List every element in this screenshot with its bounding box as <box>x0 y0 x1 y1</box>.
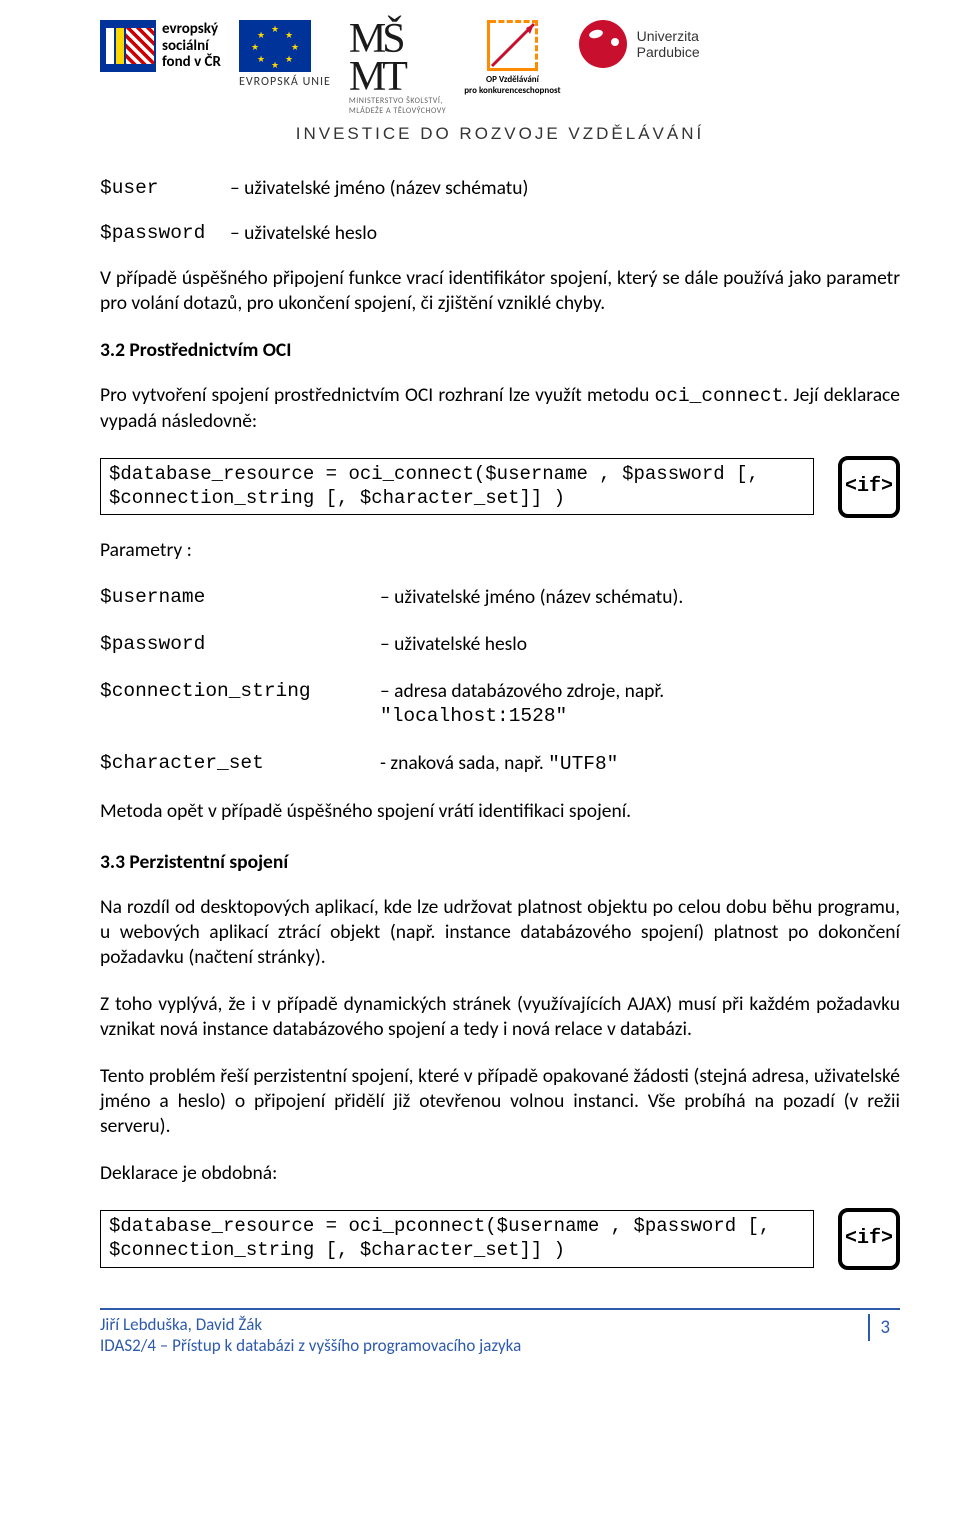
msmt-logo: MŠMT MINISTERSTVO ŠKOLSTVÍ, MLÁDEŽE A TĚ… <box>349 20 446 116</box>
opvk-logo: OP Vzdělávání pro konkurenceschopnost <box>464 20 560 96</box>
paragraph-oci-intro: Pro vytvoření spojení prostřednictvím OC… <box>100 383 900 434</box>
if-icon: <if> <box>838 456 900 518</box>
heading-3-2: 3.2 Prostřednictvím OCI <box>100 338 900 363</box>
upa-line2: Pardubice <box>637 44 700 60</box>
upa-logo: Univerzita Pardubice <box>579 20 700 68</box>
upa-icon <box>579 20 627 68</box>
param-conn-desc: – adresa databázového zdroje, např. <box>380 679 664 703</box>
eu-flag-icon: ★ ★ ★ ★ ★ ★ ★ ★ <box>239 20 311 72</box>
code-block-oci-pconnect: $database_resource = oci_pconnect($usern… <box>100 1210 814 1268</box>
var-password: $password <box>100 221 230 246</box>
param-charset: $character_set <box>100 751 380 777</box>
esf-flag-icon <box>100 20 156 72</box>
heading-3-3: 3.3 Perzistentní spojení <box>100 850 900 875</box>
footer-course: IDAS2/4 – Přístup k databázi z vyššího p… <box>100 1335 521 1356</box>
opvk-line2: pro konkurenceschopnost <box>464 85 560 96</box>
content: $user – uživatelské jméno (název schémat… <box>100 176 900 1270</box>
params-label: Parametry : <box>100 538 900 563</box>
param-table: $username – uživatelské jméno (název sch… <box>100 585 900 778</box>
page-number: 3 <box>868 1314 900 1341</box>
esf-label-1: evropský <box>162 21 221 38</box>
var-password-desc: – uživatelské heslo <box>230 221 900 246</box>
paragraph-connect-return: V případě úspěšného připojení funkce vra… <box>100 266 900 316</box>
msmt-icon: MŠMT <box>349 20 446 96</box>
esf-label-3: fond v ČR <box>162 54 221 71</box>
param-conn-example: "localhost:1528" <box>380 705 567 727</box>
opvk-icon <box>487 20 538 71</box>
var-user-desc: – uživatelské jméno (název schématu) <box>230 176 900 201</box>
param-password-desc: – uživatelské heslo <box>380 632 900 657</box>
footer: Jiří Lebduška, David Žák IDAS2/4 – Příst… <box>100 1308 900 1356</box>
esf-label-2: sociální <box>162 38 221 55</box>
param-connection-string: $connection_string <box>100 679 380 730</box>
paragraph-persist-2: Z toho vyplývá, že i v případě dynamický… <box>100 992 900 1042</box>
esf-logo: evropský sociální fond v ČR <box>100 20 221 72</box>
paragraph-method-returns: Metoda opět v případě úspěšného spojení … <box>100 799 900 824</box>
paragraph-decl-similar: Deklarace je obdobná: <box>100 1161 900 1186</box>
param-charset-example: "UTF8" <box>548 753 618 775</box>
invest-tagline: INVESTICE DO ROZVOJE VZDĚLÁVÁNÍ <box>100 124 900 144</box>
if-icon: <if> <box>838 1208 900 1270</box>
msmt-line1: MINISTERSTVO ŠKOLSTVÍ, <box>349 96 446 106</box>
eu-logo: ★ ★ ★ ★ ★ ★ ★ ★ EVROPSKÁ UNIE <box>239 20 331 89</box>
upa-line1: Univerzita <box>637 28 700 44</box>
code-block-oci-connect: $database_resource = oci_connect($userna… <box>100 458 814 516</box>
eu-label: EVROPSKÁ UNIE <box>239 75 331 89</box>
paragraph-persist-1: Na rozdíl od desktopových aplikací, kde … <box>100 895 900 970</box>
opvk-line1: OP Vzdělávání <box>464 74 560 85</box>
param-username-desc: – uživatelské jméno (název schématu). <box>380 585 900 610</box>
param-username: $username <box>100 585 380 610</box>
var-user: $user <box>100 176 230 201</box>
oci-intro-a: Pro vytvoření spojení prostřednictvím OC… <box>100 383 655 407</box>
code-oci-connect: oci_connect <box>655 385 784 407</box>
paragraph-persist-3: Tento problém řeší perzistentní spojení,… <box>100 1064 900 1139</box>
msmt-line2: MLÁDEŽE A TĚLOVÝCHOVY <box>349 106 446 116</box>
param-charset-desc: - znaková sada, např. <box>380 751 548 775</box>
footer-authors: Jiří Lebduška, David Žák <box>100 1314 521 1335</box>
param-password: $password <box>100 632 380 657</box>
logo-row: evropský sociální fond v ČR ★ ★ ★ ★ ★ ★ … <box>100 20 900 116</box>
